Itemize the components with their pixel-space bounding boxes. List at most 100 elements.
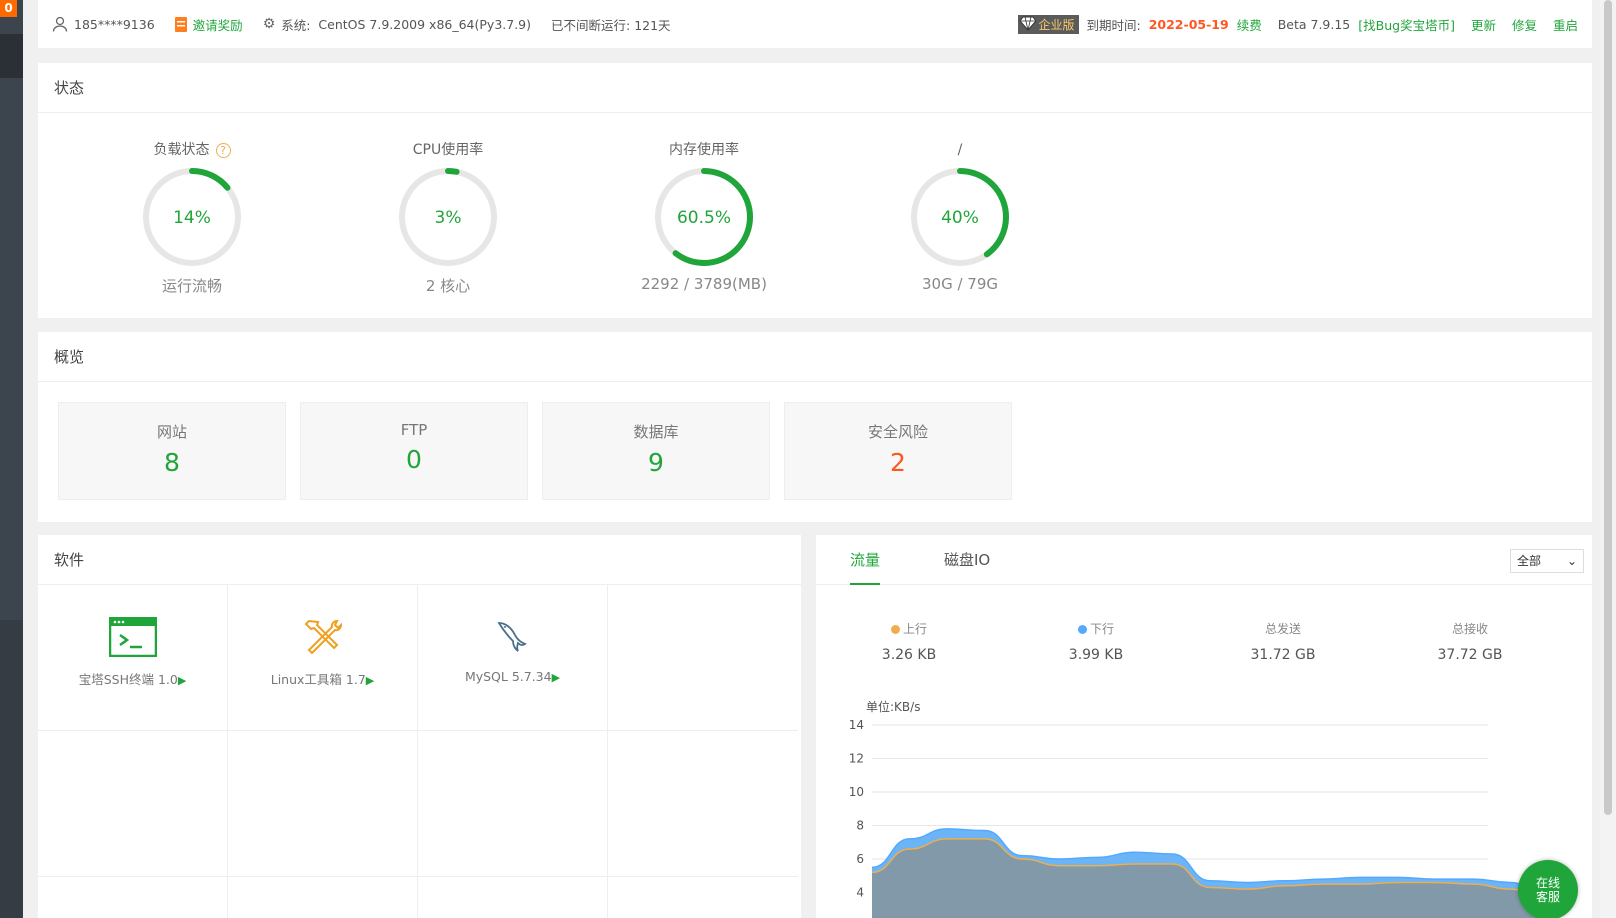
interface-select[interactable]: 全部 ⌄ (1510, 549, 1584, 573)
mysql-dolphin-icon (496, 622, 527, 652)
stat-value: 3.26 KB (881, 647, 937, 663)
software-panel: 软件 宝塔SSH终端 1.0▶ Linux工具箱 1.7▶ MySQL 5.7.… (38, 535, 801, 918)
card-label: FTP (400, 421, 428, 439)
software-slot-empty (418, 877, 608, 918)
online-support-button[interactable]: 在线 客服 (1518, 860, 1578, 918)
bug-bounty-link[interactable]: [找Bug奖宝塔币] (1358, 15, 1455, 34)
gauge-sub: 2292 / 3789(MB) (641, 275, 767, 293)
overview-card-database[interactable]: 数据库 9 (542, 402, 770, 500)
tab-traffic[interactable]: 流量 (850, 535, 881, 585)
software-slot-empty (608, 585, 798, 731)
enterprise-badge: 企业版 (1018, 14, 1079, 34)
overview-card-sites[interactable]: 网站 8 (58, 402, 286, 500)
stat-value: 3.99 KB (1068, 647, 1124, 663)
user-phone: 185****9136 (74, 16, 155, 32)
play-icon[interactable]: ▶ (552, 671, 560, 684)
software-item-toolbox[interactable]: Linux工具箱 1.7▶ (228, 585, 418, 731)
gauge-ring: 60.5% (655, 168, 753, 266)
sidebar: 0 (0, 0, 23, 918)
y-tick-label: 8 (856, 819, 864, 833)
y-tick-label: 10 (849, 785, 864, 799)
uptime: 已不间断运行: 121天 (551, 17, 671, 33)
update-link[interactable]: 更新 (1471, 15, 1496, 34)
y-tick-label: 12 (849, 752, 864, 766)
gauge-value: 14% (173, 208, 211, 228)
chart-unit-label: 单位:KB/s (866, 700, 921, 714)
restart-link[interactable]: 重启 (1553, 15, 1578, 34)
sidebar-active-item[interactable] (0, 34, 23, 78)
stat-download: 下行 3.99 KB (1026, 620, 1166, 663)
card-label: 网站 (156, 423, 187, 441)
gauge-ring: 14% (143, 168, 241, 266)
software-slot-empty (608, 731, 798, 877)
stat-value: 31.72 GB (1250, 647, 1316, 663)
upload-dot (890, 625, 900, 634)
traffic-chart: 14 12 10 8 6 4 (849, 718, 1549, 918)
overview-card-security[interactable]: 安全风险 2 (784, 402, 1012, 500)
expire-date: 2022-05-19 (1148, 16, 1229, 32)
select-value: 全部 (1517, 554, 1542, 568)
gauge-label: 内存使用率 (669, 142, 739, 158)
stat-label: 下行 (1089, 622, 1114, 636)
overview-panel: 概览 网站 8 FTP 0 数据库 9 安全风险 2 (38, 332, 1592, 522)
version-text: Beta 7.9.15 (1277, 16, 1351, 32)
software-item-mysql[interactable]: MySQL 5.7.34▶ (418, 585, 608, 731)
card-value[interactable]: 9 (543, 448, 769, 477)
play-icon[interactable]: ▶ (366, 674, 374, 687)
invite-link[interactable]: 邀请奖励 (174, 15, 243, 34)
stat-label: 总发送 (1264, 622, 1301, 636)
renew-link[interactable]: 续费 (1237, 15, 1262, 34)
gauge-value: 60.5% (677, 208, 731, 228)
software-slot-empty (38, 877, 228, 918)
software-name: MySQL 5.7.34 (464, 669, 552, 684)
traffic-tabs: 流量 磁盘IO 全部 ⌄ (816, 535, 1592, 585)
gauge-memory[interactable]: 内存使用率 60.5% 2292 / 3789(MB) (614, 113, 794, 293)
overview-card-ftp[interactable]: FTP 0 (300, 402, 528, 500)
enterprise-label: 企业版 (1038, 17, 1075, 32)
invite-label: 邀请奖励 (192, 17, 243, 33)
gauge-ring: 40% (911, 168, 1009, 266)
download-dot (1077, 625, 1087, 634)
software-grid: 宝塔SSH终端 1.0▶ Linux工具箱 1.7▶ MySQL 5.7.34▶ (38, 585, 801, 918)
software-name: 宝塔SSH终端 1.0 (78, 672, 178, 687)
software-title: 软件 (38, 535, 801, 585)
software-slot-empty (38, 731, 228, 877)
gauge-cpu[interactable]: CPU使用率 3% 2 核心 (358, 113, 538, 296)
tab-disk-io[interactable]: 磁盘IO (944, 535, 990, 585)
system-info: ⚙ 系统: CentOS 7.9.2009 x86_64(Py3.7.9) (263, 15, 531, 34)
notification-badge[interactable]: 0 (0, 0, 17, 17)
gauge-value: 3% (435, 208, 462, 228)
card-value[interactable]: 8 (59, 448, 285, 477)
card-value[interactable]: 0 (301, 445, 527, 474)
help-icon[interactable]: ? (215, 142, 231, 158)
gauge-label: / (957, 142, 963, 158)
gauge-ring: 3% (399, 168, 497, 266)
gear-icon: ⚙ (262, 16, 276, 32)
top-bar: 185****9136 邀请奖励 ⚙ 系统: CentOS 7.9.2009 x… (38, 0, 1592, 48)
scrollbar-thumb[interactable] (1604, 0, 1612, 815)
y-tick-label: 14 (849, 718, 864, 732)
gauge-disk[interactable]: / 40% 30G / 79G (870, 113, 1050, 293)
stat-value: 37.72 GB (1437, 647, 1503, 663)
terminal-icon (108, 617, 157, 657)
repair-link[interactable]: 修复 (1512, 15, 1537, 34)
card-value[interactable]: 2 (785, 448, 1011, 477)
system-label: 系统: (281, 17, 311, 33)
gauge-label: CPU使用率 (412, 142, 484, 158)
play-icon[interactable]: ▶ (178, 674, 186, 687)
gauge-value: 40% (941, 208, 979, 228)
stat-label: 总接收 (1451, 622, 1488, 636)
status-panel: 状态 负载状态? 14% 运行流畅 CPU使用率 3% 2 核心 内存使用率 6… (38, 63, 1592, 318)
chevron-down-icon: ⌄ (1566, 554, 1577, 568)
system-value: CentOS 7.9.2009 x86_64(Py3.7.9) (318, 16, 532, 32)
user-account[interactable]: 185****9136 (52, 16, 155, 32)
gauge-load[interactable]: 负载状态? 14% 运行流畅 (102, 113, 282, 296)
expire-label: 到期时间: (1086, 17, 1141, 33)
gauge-sub: 运行流畅 (161, 277, 222, 295)
user-icon (52, 16, 68, 32)
software-name: Linux工具箱 1.7 (270, 672, 366, 687)
scrollbar[interactable] (1600, 0, 1616, 918)
chat-line1: 在线 (1535, 876, 1560, 890)
stat-total-received: 总接收 37.72 GB (1400, 620, 1540, 663)
software-item-ssh[interactable]: 宝塔SSH终端 1.0▶ (38, 585, 228, 731)
